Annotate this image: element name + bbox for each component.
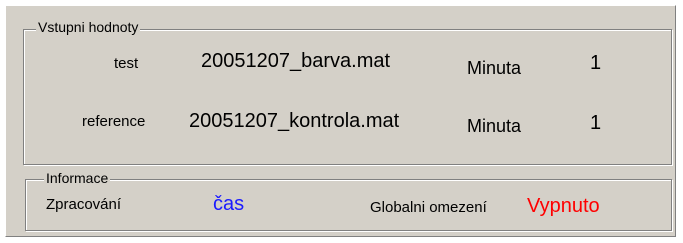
main-panel: Vstupni hodnoty test 20051207_barva.mat … — [5, 5, 676, 237]
test-unit-label: Minuta — [467, 58, 522, 78]
processing-label: Zpracování — [46, 196, 122, 213]
reference-count-value: 1 — [590, 112, 602, 134]
global-limit-label: Globalni omezení — [370, 199, 487, 216]
input-values-group-title: Vstupni hodnoty — [36, 19, 141, 35]
reference-label: reference — [82, 113, 146, 130]
test-label: test — [114, 55, 139, 72]
information-group-title: Informace — [44, 170, 111, 186]
reference-unit-label: Minuta — [467, 116, 522, 136]
global-limit-value: Vypnuto — [527, 195, 600, 217]
reference-file-value: 20051207_kontrola.mat — [189, 110, 400, 132]
processing-value: čas — [213, 193, 245, 215]
test-file-value: 20051207_barva.mat — [201, 50, 391, 72]
test-count-value: 1 — [590, 52, 602, 74]
